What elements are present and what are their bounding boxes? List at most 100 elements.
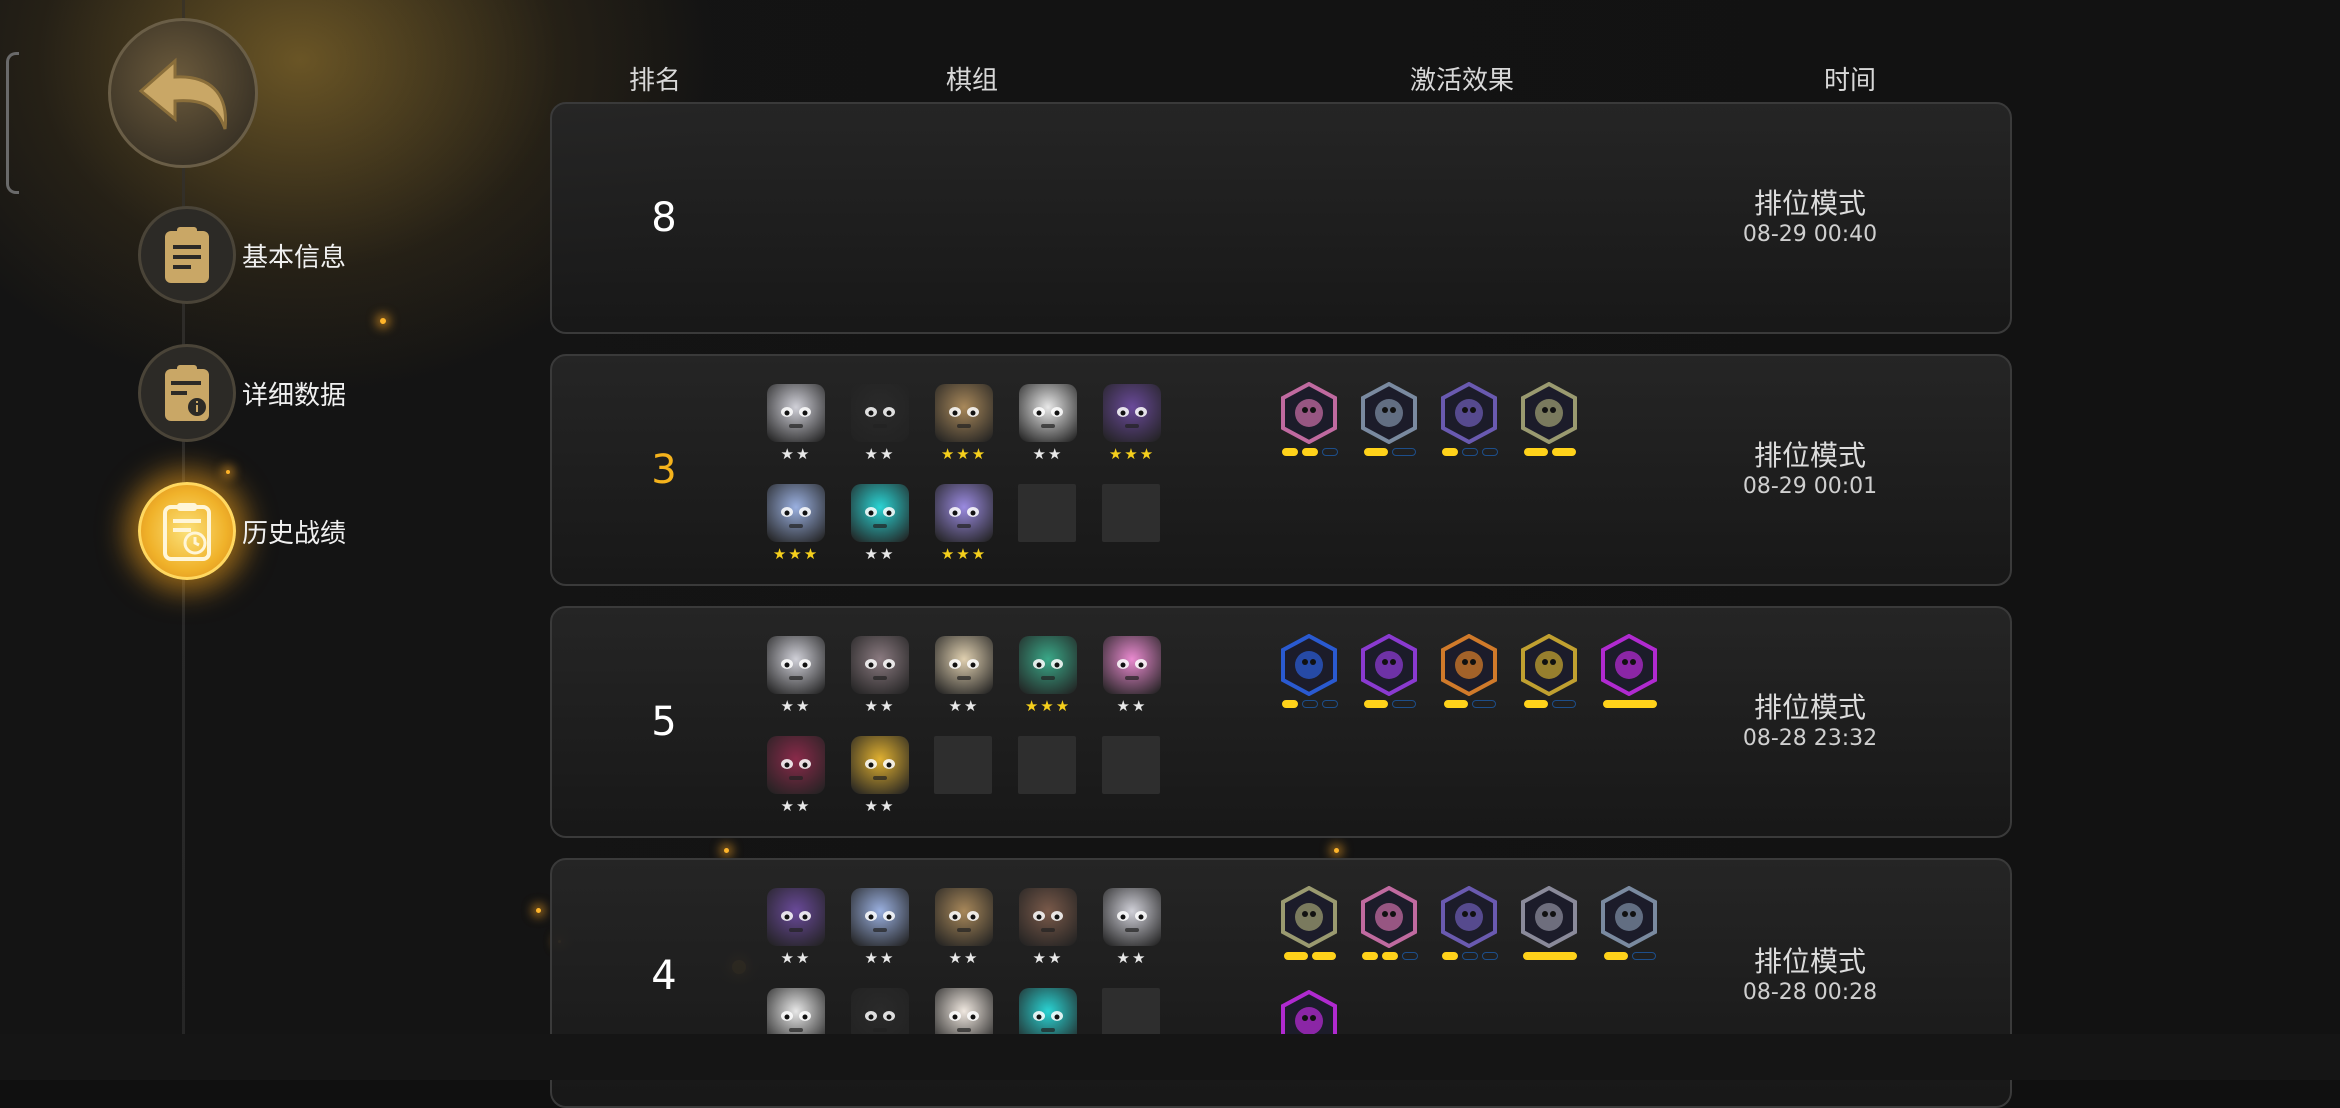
piece-portrait: [767, 736, 825, 794]
gold-hood-piece[interactable]: ★★: [850, 736, 910, 818]
match-record-row[interactable]: 5 排位模式 08-28 23:32 ★★ ★★ ★★ ★★★ ★★ ★★ ★★: [550, 606, 2012, 838]
gold-blade-trait-icon[interactable]: [1518, 634, 1582, 714]
robot-piece[interactable]: ★★: [850, 888, 910, 970]
rank-value: 3: [651, 447, 677, 493]
tech-trait-icon[interactable]: [1438, 382, 1502, 462]
trait-level-bar: [1362, 952, 1378, 960]
hooded-piece[interactable]: ★★: [850, 384, 910, 466]
document-info-icon: [138, 344, 236, 442]
trait-level-bars: [1598, 700, 1662, 708]
spark-particle: [724, 848, 729, 853]
swarm-trait-icon[interactable]: [1598, 886, 1662, 966]
spark-particle: [536, 908, 541, 913]
empty-piece-slot: [1102, 736, 1160, 794]
green-dragon-piece[interactable]: ★★★: [1018, 636, 1078, 718]
piece-portrait: [767, 484, 825, 542]
ogre-piece[interactable]: ★★: [1018, 384, 1078, 466]
match-date: 08-28 00:28: [1742, 980, 1878, 1005]
knight-piece[interactable]: ★★: [766, 384, 826, 466]
grey-knight-piece[interactable]: ★★: [850, 636, 910, 718]
time-block: 排位模式 08-28 23:32: [1710, 608, 1910, 836]
piece-portrait: [851, 484, 909, 542]
pink-hat-piece[interactable]: ★★: [1102, 636, 1162, 718]
piece-stars: ★★: [1116, 949, 1148, 967]
trait-level-bars: [1438, 700, 1502, 708]
piece-stars: ★★: [1032, 445, 1064, 463]
empty-piece-slot: [1018, 736, 1076, 794]
trait-level-bars: [1358, 952, 1422, 960]
piece-stars: ★★: [780, 949, 812, 967]
game-mode: 排位模式: [1753, 187, 1866, 220]
trait-level-bar: [1302, 700, 1318, 708]
piece-stars: ★★★: [1108, 445, 1156, 463]
demon-skull-trait-icon[interactable]: [1598, 634, 1662, 714]
edge-drawer-handle[interactable]: [6, 52, 19, 194]
trait-level-bar: [1604, 952, 1628, 960]
piece-portrait: [851, 636, 909, 694]
match-date: 08-28 23:32: [1742, 726, 1878, 751]
empty-piece-slot: [934, 736, 992, 794]
trait-level-bars: [1438, 448, 1502, 456]
header-team: 棋组: [945, 66, 999, 96]
demon-piece[interactable]: ★★: [766, 736, 826, 818]
trait-level-bar: [1322, 700, 1338, 708]
nav-detailed-data[interactable]: 详细数据: [138, 344, 346, 442]
match-record-row[interactable]: 3 排位模式 08-29 00:01 ★★ ★★ ★★★ ★★ ★★★ ★★★ ★★ ★★★: [550, 354, 2012, 586]
robot-piece[interactable]: ★★★: [766, 484, 826, 566]
piece-portrait: [1019, 636, 1077, 694]
game-mode: 排位模式: [1753, 439, 1866, 472]
trait-level-bars: [1598, 952, 1662, 960]
piece-portrait: [1019, 888, 1077, 946]
empty-piece-slot: [1102, 484, 1160, 542]
trait-level-bar: [1524, 448, 1548, 456]
trait-level-bar: [1552, 700, 1576, 708]
trait-level-bars: [1518, 700, 1582, 708]
trait-level-bar: [1402, 952, 1418, 960]
cowboy-piece[interactable]: ★★: [934, 636, 994, 718]
orange-leaf-trait-icon[interactable]: [1438, 634, 1502, 714]
bat-piece[interactable]: ★★★: [1102, 384, 1162, 466]
match-date: 08-29 00:01: [1742, 474, 1878, 499]
piece-portrait: [935, 384, 993, 442]
bat-piece[interactable]: ★★: [766, 888, 826, 970]
cyan-robot-piece[interactable]: ★★: [850, 484, 910, 566]
back-button[interactable]: [108, 18, 258, 168]
cross-trait-icon[interactable]: [1518, 886, 1582, 966]
nav-label: 详细数据: [242, 380, 347, 411]
match-date: 08-29 00:40: [1742, 222, 1878, 247]
piece-portrait: [767, 888, 825, 946]
swarm-trait-icon[interactable]: [1358, 382, 1422, 462]
crate-piece[interactable]: ★★★: [934, 384, 994, 466]
history-document-icon: [138, 482, 236, 580]
nav-label: 基本信息: [242, 242, 347, 273]
piece-portrait: [1103, 384, 1161, 442]
header-time: 时间: [1823, 66, 1877, 96]
purple-knight-trait-icon[interactable]: [1358, 634, 1422, 714]
piece-portrait: [935, 484, 993, 542]
knight-trait-icon[interactable]: [1278, 382, 1342, 462]
piece-portrait: [935, 888, 993, 946]
header-rank: 排名: [628, 66, 682, 96]
match-record-row[interactable]: 8 排位模式 08-29 00:40: [550, 102, 2012, 334]
knight-piece[interactable]: ★★: [766, 636, 826, 718]
nav-basic-info[interactable]: 基本信息: [138, 206, 346, 304]
nav-match-history[interactable]: 历史战绩: [138, 482, 346, 580]
game-mode: 排位模式: [1753, 691, 1866, 724]
piece-stars: ★★: [864, 545, 896, 563]
trait-level-bar: [1282, 700, 1298, 708]
trait-level-bar: [1482, 952, 1498, 960]
spark-particle: [380, 318, 386, 324]
crate-piece[interactable]: ★★: [934, 888, 994, 970]
knight-piece[interactable]: ★★: [1102, 888, 1162, 970]
piece-portrait: [851, 888, 909, 946]
time-block: 排位模式 08-29 00:40: [1710, 104, 1910, 332]
chest-piece[interactable]: ★★: [1018, 888, 1078, 970]
trait-level-bars: [1438, 952, 1502, 960]
trait-level-bar: [1462, 448, 1478, 456]
beast-trait-icon[interactable]: [1278, 886, 1342, 966]
tech-trait-icon[interactable]: [1438, 886, 1502, 966]
blue-feather-trait-icon[interactable]: [1278, 634, 1342, 714]
purple-mage-piece[interactable]: ★★★: [934, 484, 994, 566]
beast-trait-icon[interactable]: [1518, 382, 1582, 462]
knight-trait-icon[interactable]: [1358, 886, 1422, 966]
